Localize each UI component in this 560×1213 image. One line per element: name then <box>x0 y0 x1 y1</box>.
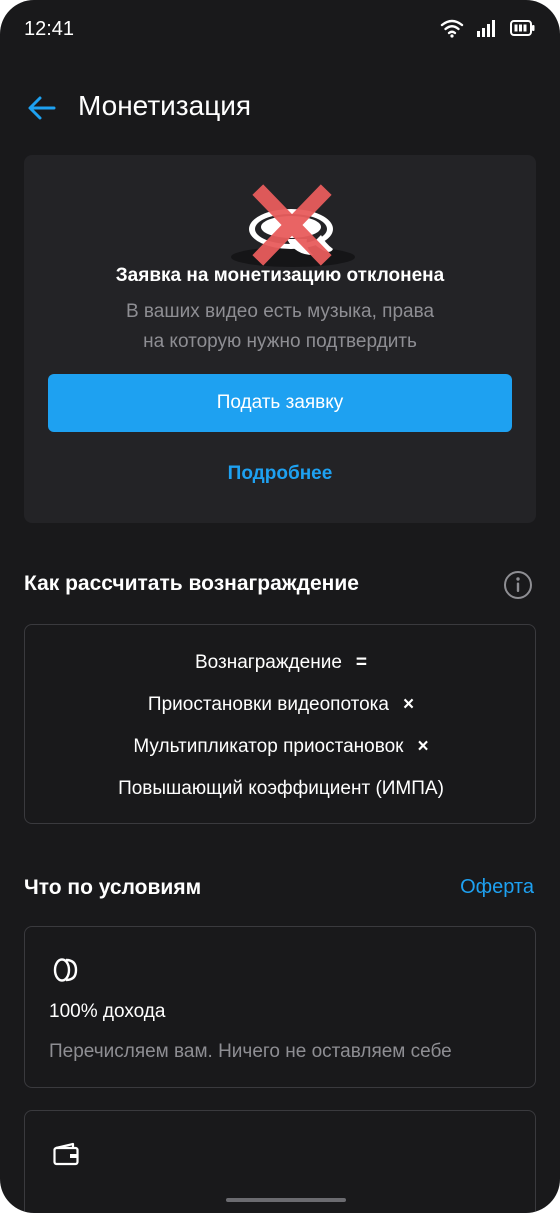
signal-icon <box>477 20 495 37</box>
formula-line-coefficient: Повышающий коэффициент (ИМПА) <box>25 778 537 800</box>
rejection-desc-line2: на которую нужно подтвердить <box>143 331 417 352</box>
rejection-title: Заявка на монетизацию отклонена <box>115 265 445 286</box>
formula-times-2: × <box>417 736 429 757</box>
formula-line-multiplier: Мультипликатор приостановок × <box>25 736 537 758</box>
apply-button[interactable]: Подать заявку <box>48 374 512 432</box>
status-time: 12:41 <box>24 18 75 40</box>
reward-section-title: Как рассчитать вознаграждение <box>24 572 359 595</box>
more-info-link[interactable]: Подробнее <box>24 463 536 485</box>
status-bar: 12:41 <box>0 0 560 60</box>
condition-card-income: 100% дохода Перечисляем вам. Ничего не о… <box>24 926 536 1088</box>
back-arrow-icon[interactable] <box>26 92 58 124</box>
offer-link[interactable]: Оферта <box>460 876 534 899</box>
formula-times-1: × <box>402 694 415 715</box>
home-indicator[interactable] <box>226 1198 346 1202</box>
condition-income-desc: Перечисляем вам. Ничего не оставляем себ… <box>49 1041 452 1062</box>
rejection-desc-line1: В ваших видео есть музыка, права <box>125 301 435 322</box>
rejection-description: В ваших видео есть музыка, права на кото… <box>84 297 476 357</box>
formula-equals: = <box>355 652 367 673</box>
coins-icon <box>53 958 78 982</box>
formula-reward-label: Вознаграждение <box>194 652 342 673</box>
formula-pauses-label: Приостановки видеопотока <box>147 694 389 715</box>
app-header: Монетизация <box>0 84 560 134</box>
rejection-card: Заявка на монетизацию отклонена В ваших … <box>24 155 536 523</box>
phone-screen: 12:41 Монетизация Заявка на монетизацию … <box>0 0 560 1213</box>
battery-icon <box>510 20 535 36</box>
info-icon[interactable] <box>503 570 533 600</box>
formula-multiplier-label: Мультипликатор приостановок <box>133 736 404 757</box>
status-icons <box>440 18 536 38</box>
formula-line-reward: Вознаграждение = <box>25 652 537 674</box>
reward-formula-card: Вознаграждение = Приостановки видеопотока… <box>24 624 536 824</box>
condition-income-title: 100% дохода <box>49 1001 166 1022</box>
conditions-section-title: Что по условиям <box>24 876 202 899</box>
wallet-icon <box>53 1142 79 1166</box>
rejected-coins-icon <box>231 184 355 267</box>
formula-coefficient-label: Повышающий коэффициент (ИМПА) <box>118 778 444 799</box>
page-title: Монетизация <box>78 90 252 121</box>
formula-line-pauses: Приостановки видеопотока × <box>25 694 537 716</box>
wifi-icon <box>440 19 464 38</box>
